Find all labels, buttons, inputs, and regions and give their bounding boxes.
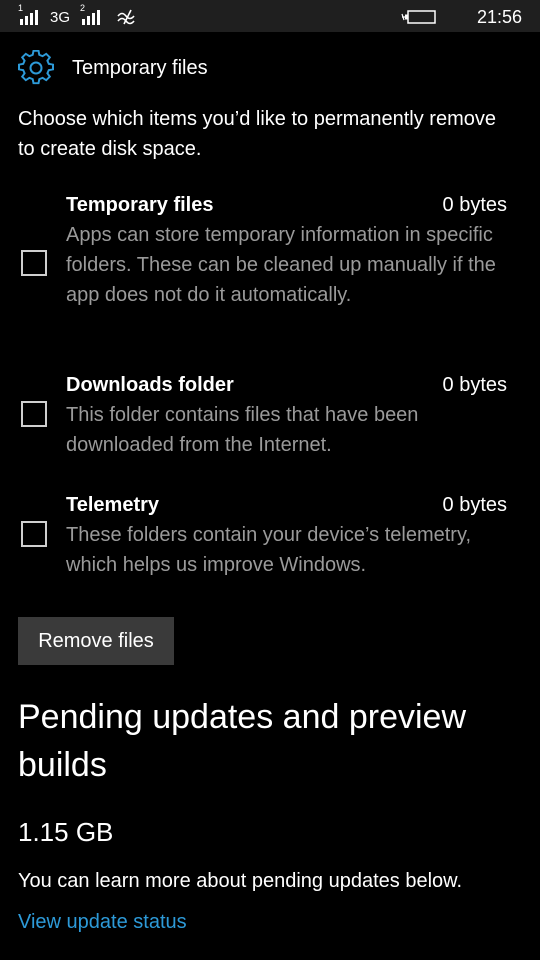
item-size: 0 bytes (442, 194, 507, 216)
clock: 21:56 (476, 6, 522, 27)
page-header: Temporary files (18, 48, 208, 88)
item-title: Telemetry (66, 494, 160, 516)
sim1-label: 1 (18, 3, 24, 13)
item-title: Downloads folder (66, 374, 234, 396)
network-type: 3G (50, 8, 71, 26)
item-description: This folder contains files that have bee… (66, 404, 419, 456)
item-description: Apps can store temporary information in … (66, 224, 496, 306)
downloads-folder-checkbox[interactable] (21, 401, 47, 427)
status-left-group: 1 3G 2 (18, 4, 138, 30)
view-update-status-link[interactable]: View update status (18, 907, 187, 937)
sim2-label: 2 (80, 3, 86, 13)
pending-updates-size: 1.15 GB (18, 817, 114, 847)
status-right-group: 21:56 (401, 4, 522, 30)
item-size: 0 bytes (442, 494, 507, 516)
nfc-icon (117, 9, 135, 25)
item-telemetry[interactable]: Telemetry 0 bytes These folders contain … (0, 490, 540, 580)
battery-icon (401, 10, 436, 24)
telemetry-checkbox[interactable] (21, 521, 47, 547)
signal-icon: 1 (18, 3, 42, 27)
item-size: 0 bytes (442, 374, 507, 396)
gear-icon (18, 50, 54, 85)
page-title: Temporary files (72, 56, 208, 79)
item-description: These folders contain your device’s tele… (66, 524, 472, 576)
signal-icon: 2 (80, 3, 104, 27)
pending-updates-heading: Pending updates and preview builds (18, 698, 466, 784)
intro-text: Choose which items you’d like to permane… (18, 108, 496, 160)
item-temporary-files[interactable]: Temporary files 0 bytes Apps can store t… (0, 190, 540, 340)
item-downloads-folder[interactable]: Downloads folder 0 bytes This folder con… (0, 370, 540, 460)
status-bar: 1 3G 2 21:56 (0, 0, 540, 32)
remove-files-button[interactable]: Remove files (18, 617, 174, 665)
temporary-files-checkbox[interactable] (21, 250, 47, 276)
pending-updates-description: You can learn more about pending updates… (18, 870, 463, 892)
item-title: Temporary files (66, 194, 214, 216)
